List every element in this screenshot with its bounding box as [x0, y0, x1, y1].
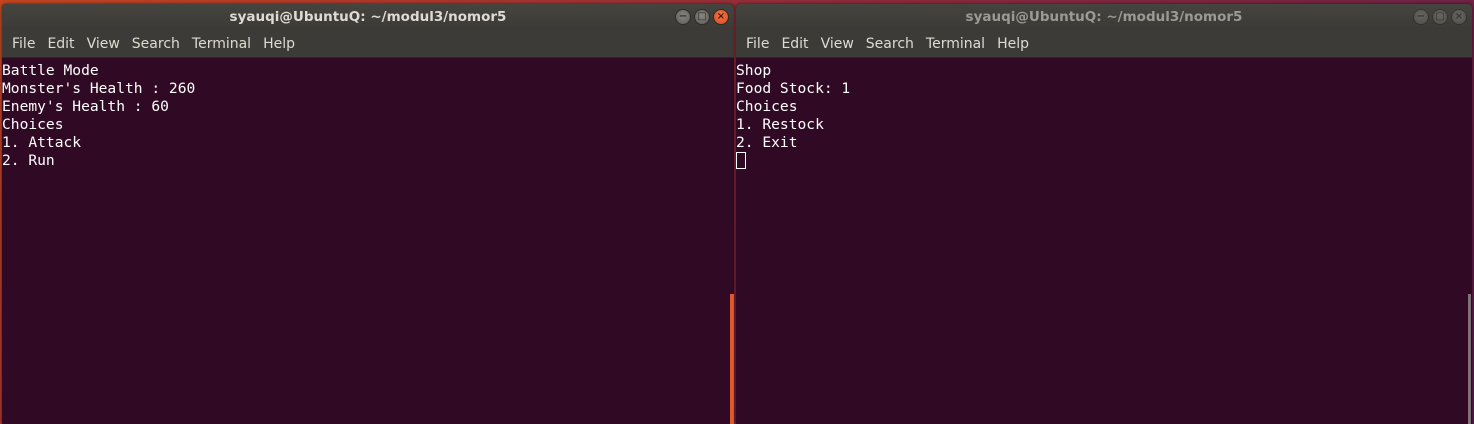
scrollbar[interactable]: [1468, 294, 1471, 424]
terminal-line: Monster's Health : 260: [2, 80, 196, 97]
menu-view[interactable]: View: [815, 36, 860, 52]
scrollbar[interactable]: [730, 294, 734, 424]
window-title: syauqi@UbuntuQ: ~/modul3/nomor5: [229, 9, 507, 25]
terminal-line: Enemy's Health : 60: [2, 98, 169, 115]
terminal-line: Shop: [736, 62, 772, 79]
menu-help[interactable]: Help: [991, 36, 1035, 52]
terminal-prompt-line: [736, 152, 850, 170]
terminal-line: 2. Exit: [736, 134, 798, 151]
minimize-button[interactable]: −: [675, 9, 691, 25]
terminal-output: Battle Mode Monster's Health : 260 Enemy…: [2, 62, 195, 170]
menu-search[interactable]: Search: [860, 36, 920, 52]
menu-edit[interactable]: Edit: [41, 36, 80, 52]
menu-file[interactable]: File: [740, 36, 775, 52]
window-title: syauqi@UbuntuQ: ~/modul3/nomor5: [965, 9, 1243, 25]
terminal-window-right[interactable]: syauqi@UbuntuQ: ~/modul3/nomor5 − □ × Fi…: [736, 4, 1472, 424]
terminal-line: 1. Attack: [2, 134, 82, 151]
window-controls: − □ ×: [675, 9, 729, 25]
terminal-window-left[interactable]: syauqi@UbuntuQ: ~/modul3/nomor5 − □ × Fi…: [2, 4, 734, 424]
terminal-line: Choices: [736, 98, 798, 115]
terminal-area[interactable]: Shop Food Stock: 1 Choices 1. Restock 2.…: [736, 58, 1472, 424]
maximize-button[interactable]: □: [694, 9, 710, 25]
menu-view[interactable]: View: [81, 36, 126, 52]
titlebar[interactable]: syauqi@UbuntuQ: ~/modul3/nomor5 − □ ×: [2, 4, 734, 30]
titlebar[interactable]: syauqi@UbuntuQ: ~/modul3/nomor5 − □ ×: [736, 4, 1472, 30]
terminal-line: Choices: [2, 116, 64, 133]
terminal-area[interactable]: Battle Mode Monster's Health : 260 Enemy…: [2, 58, 734, 424]
menu-file[interactable]: File: [6, 36, 41, 52]
close-button[interactable]: ×: [1451, 9, 1467, 25]
terminal-line: 1. Restock: [736, 116, 824, 133]
menu-help[interactable]: Help: [257, 36, 301, 52]
menubar: File Edit View Search Terminal Help: [736, 30, 1472, 58]
terminal-line: Battle Mode: [2, 62, 99, 79]
menu-search[interactable]: Search: [126, 36, 186, 52]
minimize-button[interactable]: −: [1413, 9, 1429, 25]
terminal-line: 2. Run: [2, 152, 55, 169]
window-controls: − □ ×: [1413, 9, 1467, 25]
menu-edit[interactable]: Edit: [775, 36, 814, 52]
menu-terminal[interactable]: Terminal: [186, 36, 257, 52]
maximize-button[interactable]: □: [1432, 9, 1448, 25]
terminal-line: Food Stock: 1: [736, 80, 851, 97]
menu-terminal[interactable]: Terminal: [920, 36, 991, 52]
text-cursor: [736, 152, 746, 169]
menubar: File Edit View Search Terminal Help: [2, 30, 734, 58]
terminal-output: Shop Food Stock: 1 Choices 1. Restock 2.…: [736, 62, 850, 170]
close-button[interactable]: ×: [713, 9, 729, 25]
